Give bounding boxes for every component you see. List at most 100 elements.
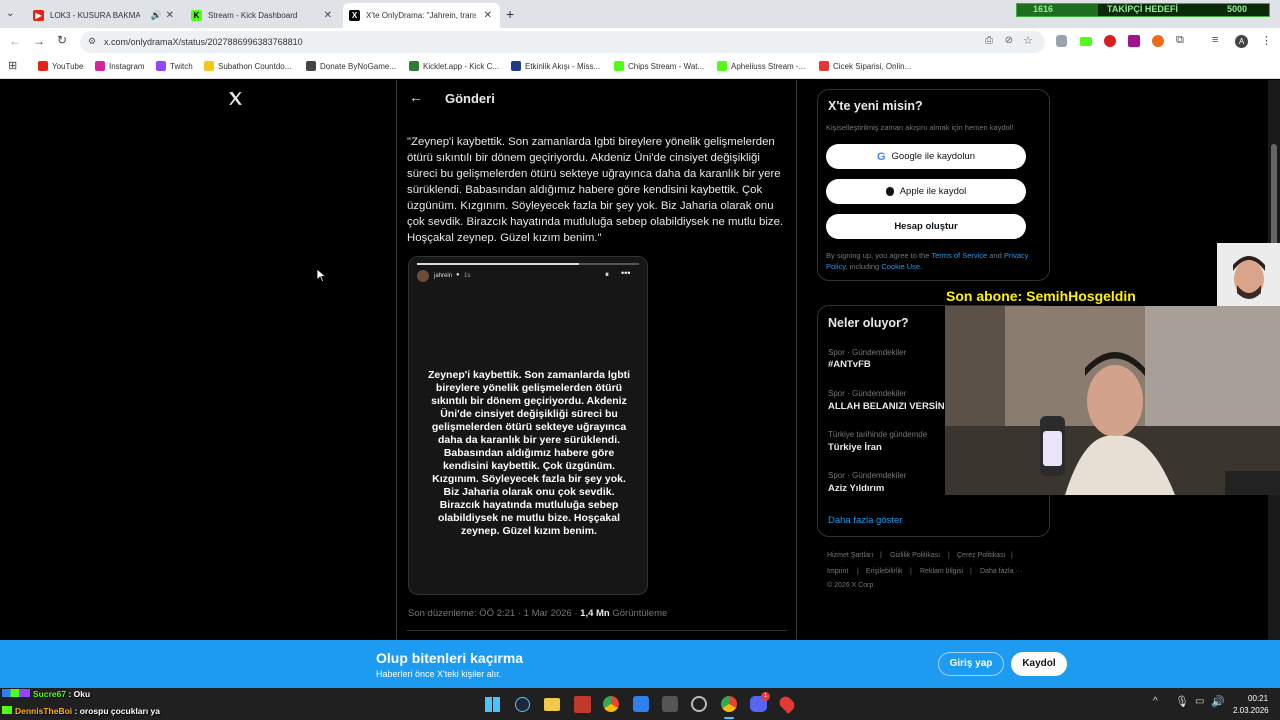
tab-youtube[interactable]: ▶ LOK3 - KUSURA BAKMA ( 🔊 ✕ [27, 3, 182, 28]
green-extension-icon[interactable] [1080, 37, 1092, 46]
tab-x-post[interactable]: X X'te OnlyDrama: "Jahrein, trans ✕ [343, 3, 500, 28]
chrome-icon[interactable] [603, 696, 619, 712]
terms-link[interactable]: Terms of Service [931, 251, 987, 260]
signup-button[interactable]: Kaydol [1011, 652, 1067, 676]
create-account-button[interactable]: Hesap oluştur [826, 214, 1026, 239]
apps-grid-icon[interactable]: ⊞ [8, 59, 17, 72]
close-tab-icon[interactable]: ✕ [324, 10, 332, 21]
footer-link[interactable]: Çerez Politikası [957, 552, 1006, 559]
more-dots-icon[interactable]: ••• [621, 268, 630, 278]
story-image-card[interactable]: jahrein ● 1s ⏸ ••• Zeynep'i kaybettik. S… [408, 256, 648, 595]
speaker-icon[interactable]: 🔊 [151, 10, 162, 21]
goal-progress-fill [1017, 4, 1099, 16]
clock-time[interactable]: 00:21 [1248, 694, 1268, 703]
bookmark-instagram[interactable]: Instagram [95, 61, 145, 71]
cookie-link[interactable]: Cookie Use [881, 262, 920, 271]
trend-category: Türkiye tarihinde gündemde [828, 430, 928, 439]
app-icon[interactable] [662, 696, 678, 712]
instagram-icon [95, 61, 105, 71]
bookmark-etkinlik[interactable]: Etkinlik Akışı - Miss... [511, 61, 600, 71]
install-icon[interactable]: ⎙ [985, 35, 993, 46]
purple-extension-icon[interactable] [1128, 35, 1140, 47]
footer-link[interactable]: Hizmet Şartları [827, 552, 873, 559]
eye-off-icon[interactable]: ⊘ [1005, 35, 1013, 46]
bookmark-twitch[interactable]: Twitch [156, 61, 193, 71]
story-avatar [417, 270, 429, 282]
trends-title: Neler oluyor? [828, 316, 909, 330]
notification-badge: 1 [761, 692, 770, 701]
show-more-link[interactable]: Daha fazla göster [828, 515, 902, 526]
back-icon[interactable]: ← [9, 34, 21, 48]
close-tab-icon[interactable]: ✕ [484, 10, 492, 21]
shield-extension-icon[interactable] [1056, 35, 1067, 47]
tab-label: LOK3 - KUSURA BAKMA ( [50, 11, 140, 20]
menu-dots-icon[interactable]: ⋮ [1261, 34, 1272, 47]
chrome-active-icon[interactable] [721, 696, 737, 712]
login-prompt-banner: Olup bitenleri kaçırma Haberleri önce X'… [0, 640, 1280, 688]
footer-link[interactable]: Gizlilik Politikası [890, 552, 940, 559]
puzzle-extensions-icon[interactable]: ⧉ [1176, 34, 1184, 47]
bookmark-subathon[interactable]: Subathon Countdo... [204, 61, 291, 71]
app-icon[interactable] [691, 696, 707, 712]
legal-text: and [987, 251, 1004, 260]
app-icon[interactable] [633, 696, 649, 712]
bookmark-apheliuss[interactable]: Apheliuss Stream -... [717, 61, 805, 71]
tab-search-icon[interactable]: ⌄ [6, 8, 14, 19]
address-bar[interactable]: ⚙ x.com/onlydramaX/status/20278869963837… [80, 31, 1045, 53]
footer-link[interactable]: Imprint [827, 568, 848, 575]
steam-icon[interactable] [515, 697, 530, 712]
reload-icon[interactable]: ↻ [57, 33, 67, 47]
close-tab-icon[interactable]: ✕ [166, 10, 174, 21]
trend-item[interactable]: ALLAH BELANIZI VERSİN [828, 401, 945, 412]
trend-item[interactable]: Aziz Yıldırım [828, 483, 884, 494]
map-pin-icon[interactable] [777, 694, 797, 714]
x-logo-icon[interactable] [227, 90, 244, 107]
bookmark-youtube[interactable]: YouTube [38, 61, 83, 71]
trend-item[interactable]: #ANTvFB [828, 359, 871, 370]
file-explorer-icon[interactable] [544, 698, 560, 711]
story-time: 1s [464, 273, 471, 279]
bookmark-chips-stream[interactable]: Chips Stream - Wat... [614, 61, 704, 71]
bookmark-kicklet[interactable]: Kicklet.app - Kick C... [409, 61, 499, 71]
apple-signup-button[interactable]: Apple ile kaydol [826, 179, 1026, 204]
tab-kick-dashboard[interactable]: K Stream - Kick Dashboard ✕ [185, 3, 340, 28]
bookmark-star-icon[interactable]: ☆ [1023, 34, 1033, 47]
bookmark-bynogame[interactable]: Donate ByNoGame... [306, 61, 396, 71]
bookmark-label: Subathon Countdo... [218, 61, 292, 71]
twitch-icon [156, 61, 166, 71]
chat-overlay: Sucre67 : Oku DennisTheBoi : orospu çocu… [0, 688, 230, 720]
forward-icon[interactable]: → [33, 34, 45, 48]
goal-current: 1616 [1033, 4, 1054, 14]
trend-item[interactable]: Türkiye İran [828, 442, 882, 453]
site-info-icon[interactable]: ⚙ [88, 36, 96, 47]
red-extension-icon[interactable] [1104, 35, 1116, 47]
footer-link[interactable]: Erişilebilirlik [866, 568, 903, 575]
view-count: 1,4 Mn [580, 608, 610, 619]
chat-badge-icons [2, 689, 30, 697]
back-arrow-button[interactable]: ← [409, 89, 423, 105]
tweet-meta: Son düzenleme: ÖÖ 2:21 · 1 Mar 2026 · 1,… [408, 608, 667, 619]
clock-date[interactable]: 2.03.2026 [1233, 706, 1269, 715]
display-icon[interactable]: ▭ [1195, 696, 1204, 707]
bookmark-cicek[interactable]: Cicek Siparisi, Onlin... [819, 61, 911, 71]
footer-link[interactable]: Daha fazla ··· [980, 568, 1022, 575]
microphone-icon[interactable]: 🎙 [1175, 695, 1189, 708]
profile-avatar[interactable]: A [1235, 35, 1248, 48]
orange-extension-icon[interactable] [1152, 35, 1164, 47]
pause-icon[interactable]: ⏸ [605, 270, 609, 280]
obs-app-icon[interactable] [574, 696, 591, 713]
google-icon: G [876, 150, 886, 163]
kick-tab-icon: K [191, 10, 202, 21]
volume-icon[interactable]: 🔊 [1211, 695, 1225, 708]
login-button[interactable]: Giriş yap [938, 652, 1004, 676]
youtube-tab-icon: ▶ [33, 10, 44, 21]
new-tab-button[interactable]: + [506, 6, 514, 22]
footer-link[interactable]: Reklam bilgisi [920, 568, 963, 575]
chat-badge-icons [2, 706, 12, 714]
media-controls-icon[interactable]: ≡ [1212, 34, 1218, 46]
google-signup-button[interactable]: G Google ile kaydolun [826, 144, 1026, 169]
tray-chevron-icon[interactable]: ^ [1153, 696, 1158, 707]
legal-text: . [920, 262, 923, 271]
windows-start-icon[interactable] [485, 697, 500, 712]
kick-icon [717, 61, 727, 71]
